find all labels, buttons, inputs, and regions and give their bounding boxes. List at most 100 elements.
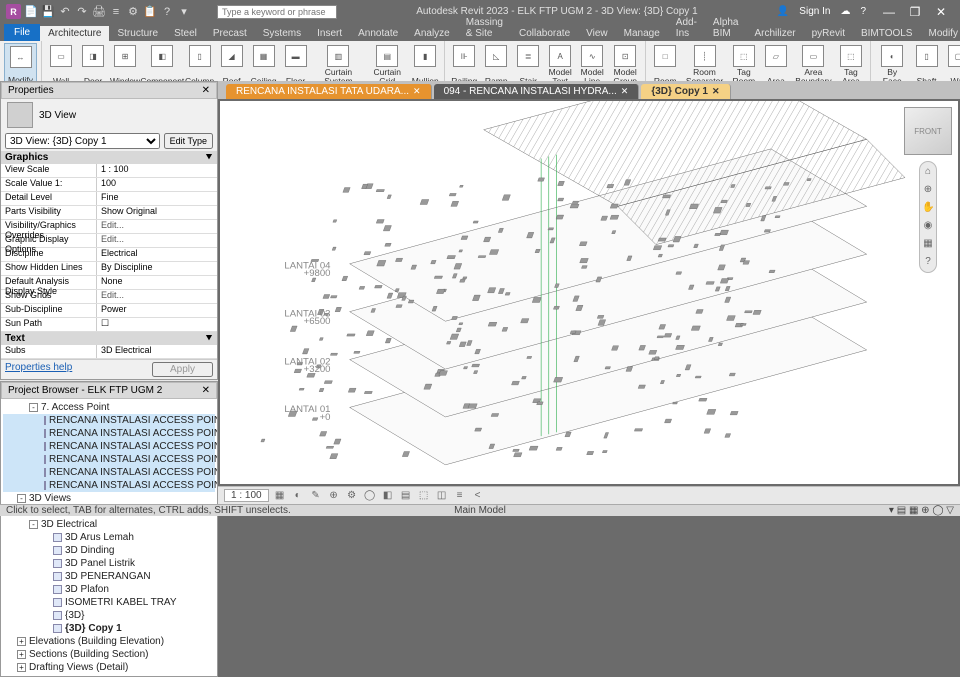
menu-tab-annotate[interactable]: Annotate [350, 26, 406, 41]
tab-close-icon[interactable]: ✕ [413, 86, 421, 97]
tree-node[interactable]: 3D Plafon [3, 583, 215, 596]
menu-tab-file[interactable]: File [4, 24, 40, 41]
close-button[interactable]: ✕ [928, 5, 954, 19]
view-cube[interactable]: FRONT [904, 107, 952, 155]
tree-node[interactable]: RENCANA INSTALASI ACCESS POINT LANTAI 03 [3, 440, 215, 453]
tree-node[interactable]: 3D PENERANGAN [3, 570, 215, 583]
view-tab[interactable]: 094 - RENCANA INSTALASI HYDRA...✕ [434, 84, 640, 99]
qat-5[interactable]: 🖨 [92, 5, 106, 19]
edit-type-button[interactable]: Edit Type [164, 133, 213, 149]
tree-node[interactable]: 3D Panel Listrik [3, 557, 215, 570]
tree-node[interactable]: +Sections (Building Section) [3, 648, 215, 661]
view-control-icon[interactable]: ✎ [309, 490, 323, 501]
prop-section-text[interactable]: Text⯆ [1, 332, 217, 345]
tree-node[interactable]: RENCANA INSTALASI ACCESS POINT SEMI BASE… [3, 479, 215, 492]
view-control-icon[interactable]: ⬚ [417, 490, 431, 501]
prop-row[interactable]: DisciplineElectrical [1, 248, 217, 262]
menu-tab-precast[interactable]: Precast [205, 26, 255, 41]
status-right-icons[interactable]: ▾ ▤ ▦ ⊕ ◯ ▽ [889, 505, 954, 516]
tree-node[interactable]: RENCANA INSTALASI ACCESS POINT LANTAI 02 [3, 427, 215, 440]
properties-close-icon[interactable]: ✕ [202, 85, 210, 96]
tree-toggle-icon[interactable]: + [17, 637, 26, 646]
tree-toggle-icon[interactable]: - [17, 494, 26, 503]
view-control-icon[interactable]: ⚙ [345, 490, 359, 501]
menu-tab-pyrevit[interactable]: pyRevit [804, 26, 853, 41]
view-tab[interactable]: {3D} Copy 1✕ [641, 84, 730, 99]
nav-icon[interactable]: ? [922, 256, 934, 268]
qat-3[interactable]: ↶ [58, 5, 72, 19]
view-control-icon[interactable]: ◐ [291, 490, 305, 501]
tree-node[interactable]: +Elevations (Building Elevation) [3, 635, 215, 648]
tab-close-icon[interactable]: ✕ [712, 86, 720, 97]
menu-tab-analyze[interactable]: Analyze [406, 26, 458, 41]
menu-tab-insert[interactable]: Insert [309, 26, 350, 41]
qat-4[interactable]: ↷ [75, 5, 89, 19]
prop-row[interactable]: Default Analysis Display StyleNone [1, 276, 217, 290]
signin-link[interactable]: Sign In [799, 6, 830, 17]
prop-section-graphics[interactable]: Graphics⯆ [1, 151, 217, 164]
search-input[interactable] [217, 5, 337, 19]
nav-icon[interactable]: ✋ [922, 202, 934, 214]
tree-toggle-icon[interactable]: - [29, 403, 38, 412]
tree-node[interactable]: RENCANA INSTALASI ACCESS POINT LANTAI 01 [3, 414, 215, 427]
tree-node[interactable]: {3D} Copy 1 [3, 622, 215, 635]
tree-toggle-icon[interactable]: + [17, 650, 26, 659]
user-icon[interactable]: 👤 [777, 6, 789, 17]
minimize-button[interactable]: — [876, 5, 902, 19]
tree-node[interactable]: RENCANA INSTALASI ACCESS POINT LANTAI 05 [3, 466, 215, 479]
menu-tab-view[interactable]: View [578, 26, 616, 41]
tree-node[interactable]: RENCANA INSTALASI ACCESS POINT LANTAI 04 [3, 453, 215, 466]
instance-selector[interactable]: 3D View: {3D} Copy 1 [5, 133, 160, 149]
tree-node[interactable]: -7. Access Point [3, 401, 215, 414]
menu-tab-steel[interactable]: Steel [166, 26, 205, 41]
nav-icon[interactable]: ▦ [922, 238, 934, 250]
prop-row[interactable]: View Scale1 : 100 [1, 164, 217, 178]
prop-row[interactable]: Sub-DisciplinePower [1, 304, 217, 318]
qat-0[interactable]: R [6, 4, 21, 19]
qat-1[interactable]: 📄 [24, 5, 38, 19]
qat-6[interactable]: ≡ [109, 5, 123, 19]
view-tab[interactable]: RENCANA INSTALASI TATA UDARA...✕ [226, 84, 432, 99]
prop-row[interactable]: Detail LevelFine [1, 192, 217, 206]
prop-row[interactable]: Show Hidden LinesBy Discipline [1, 262, 217, 276]
tab-close-icon[interactable]: ✕ [621, 86, 629, 97]
maximize-button[interactable]: ❐ [902, 5, 928, 19]
tree-node[interactable]: 3D Dinding [3, 544, 215, 557]
view-control-icon[interactable]: ⊕ [327, 490, 341, 501]
menu-tab-bimtools[interactable]: BIMTOOLS [853, 26, 921, 41]
qat-9[interactable]: ? [160, 5, 174, 19]
prop-row[interactable]: Sun Path☐ [1, 318, 217, 332]
menu-tab-collaborate[interactable]: Collaborate [511, 26, 578, 41]
qat-7[interactable]: ⚙ [126, 5, 140, 19]
menu-tab-systems[interactable]: Systems [255, 26, 309, 41]
menu-tab-massing-site[interactable]: Massing & Site [458, 15, 511, 41]
menu-tab-architecture[interactable]: Architecture [40, 26, 109, 41]
apply-button[interactable]: Apply [152, 362, 213, 377]
view-control-icon[interactable]: ▦ [273, 490, 287, 501]
menu-tab-modify[interactable]: Modify [920, 26, 960, 41]
menu-tab-archilizer[interactable]: Archilizer [747, 26, 804, 41]
qat-8[interactable]: 📋 [143, 5, 157, 19]
menu-tab-alpha-bim[interactable]: Alpha BIM [705, 15, 747, 41]
tree-toggle-icon[interactable]: - [29, 520, 38, 529]
drawing-canvas[interactable]: LANTAI 04+9800 LANTAI 03+6500 LANTAI 02+… [220, 101, 958, 484]
qat-10[interactable]: ▾ [177, 5, 191, 19]
tree-toggle-icon[interactable]: + [17, 663, 26, 672]
qat-2[interactable]: 💾 [41, 5, 55, 19]
menu-tab-add-ins[interactable]: Add-Ins [668, 15, 705, 41]
view-control-icon[interactable]: ≡ [453, 490, 467, 501]
tree-node[interactable]: ISOMETRI KABEL TRAY [3, 596, 215, 609]
view-control-icon[interactable]: ◫ [435, 490, 449, 501]
view-control-icon[interactable]: ▤ [399, 490, 413, 501]
navigation-bar[interactable]: ⌂⊕✋◉▦? [919, 161, 937, 273]
nav-icon[interactable]: ◉ [922, 220, 934, 232]
tree-node[interactable]: {3D} [3, 609, 215, 622]
cloud-icon[interactable]: ☁ [840, 6, 850, 17]
view-control-icon[interactable]: < [471, 490, 485, 501]
tree-node[interactable]: 3D Arus Lemah [3, 531, 215, 544]
properties-help-link[interactable]: Properties help [5, 362, 72, 377]
view-control-icon[interactable]: ◧ [381, 490, 395, 501]
view-control-icon[interactable]: ◯ [363, 490, 377, 501]
view-scale[interactable]: 1 : 100 [224, 489, 269, 502]
nav-icon[interactable]: ⊕ [922, 184, 934, 196]
